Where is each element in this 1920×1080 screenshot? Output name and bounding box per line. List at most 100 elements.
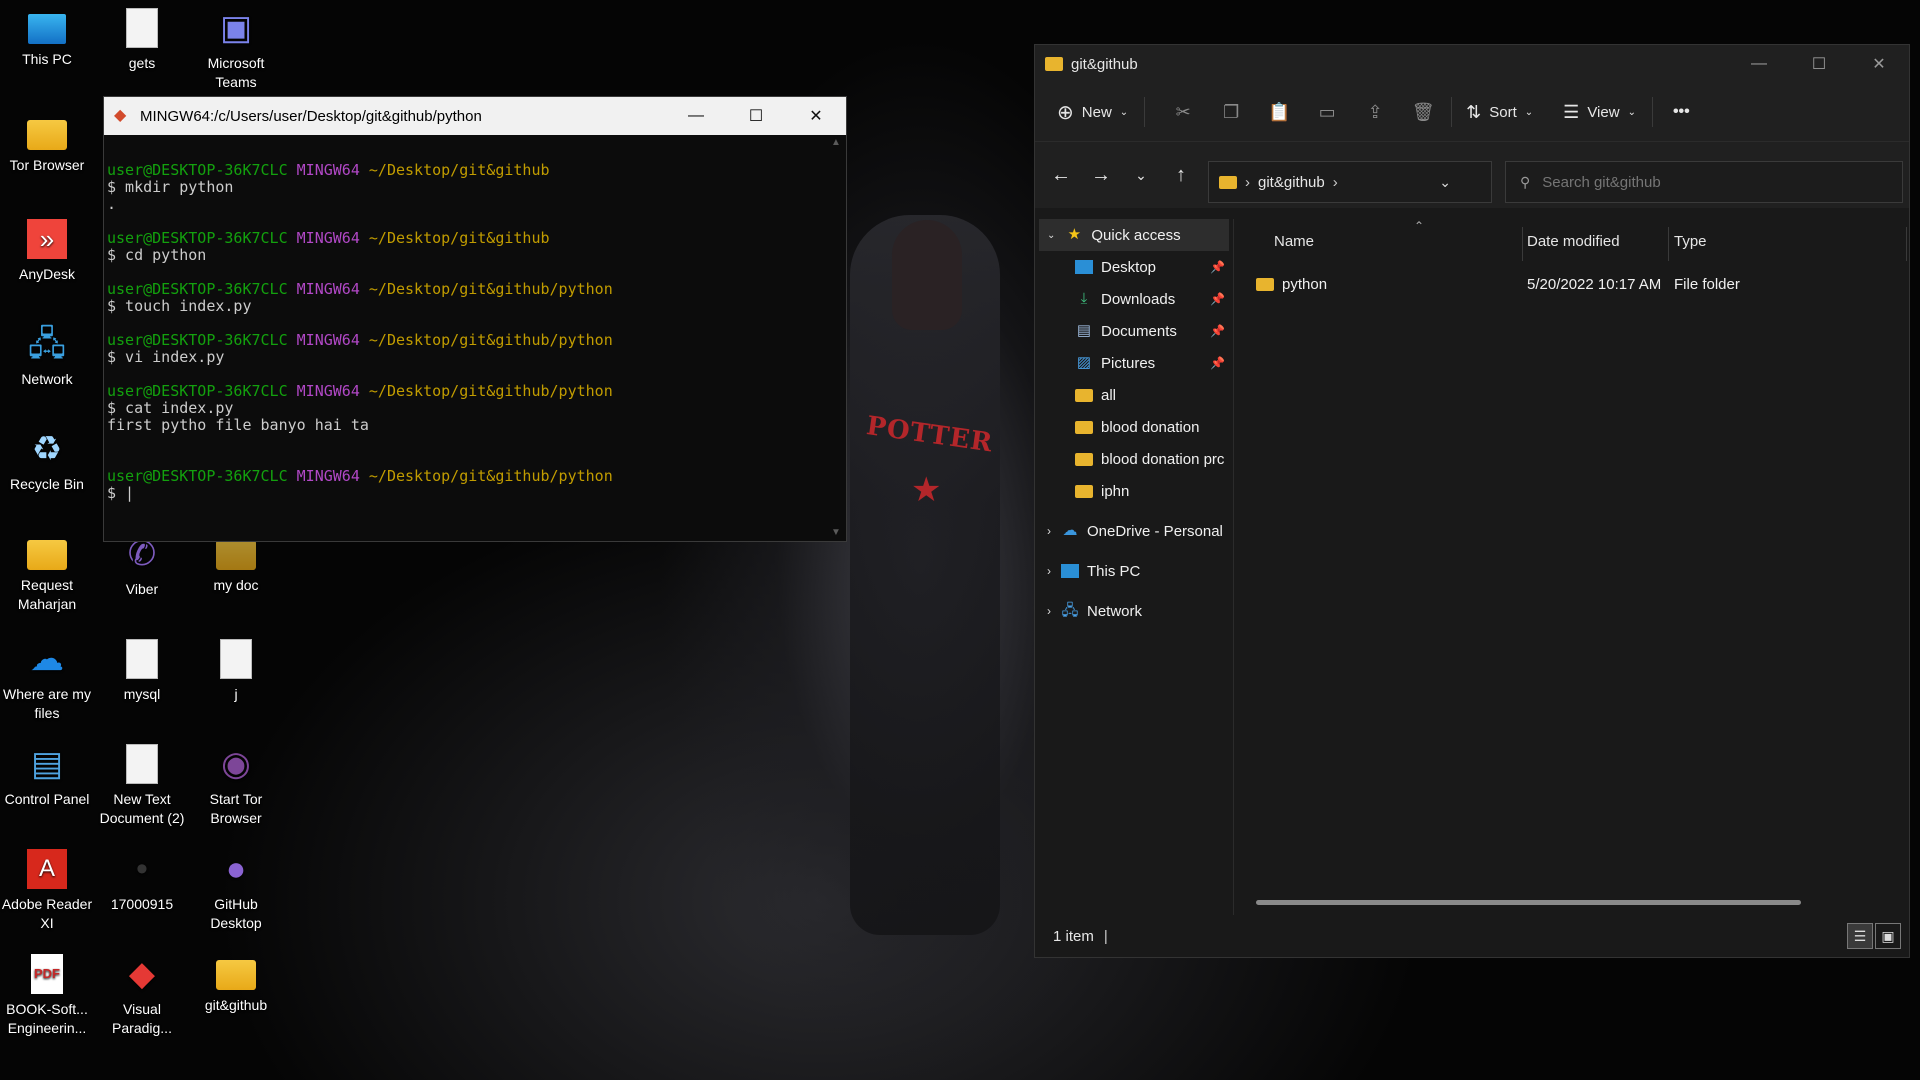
view-button[interactable]: ☰ View ⌄: [1563, 102, 1636, 123]
paste-icon[interactable]: 📋: [1255, 102, 1303, 123]
desktop-icon-new-text-document[interactable]: New Text Document (2): [95, 736, 189, 828]
share-icon[interactable]: ⇪: [1351, 102, 1399, 123]
details-view-icon[interactable]: ☰: [1847, 923, 1873, 949]
column-header-name[interactable]: Name: [1274, 233, 1314, 250]
nav-item-blood-donation[interactable]: blood donation: [1035, 411, 1233, 443]
explorer-titlebar[interactable]: git&github — ☐ ✕: [1035, 45, 1909, 83]
copy-icon[interactable]: ❐: [1207, 102, 1255, 123]
desktop-icon-git-github[interactable]: git&github: [189, 946, 283, 1015]
column-divider[interactable]: [1906, 227, 1907, 261]
prompt-system: MINGW64: [296, 161, 360, 179]
pin-icon[interactable]: 📌: [1210, 356, 1225, 370]
text-document-icon: [126, 639, 158, 679]
scroll-up-arrow-icon[interactable]: ▲: [826, 135, 846, 151]
terminal-titlebar[interactable]: ◆ MINGW64:/c/Users/user/Desktop/git&gith…: [104, 97, 846, 135]
desktop-icon-gets[interactable]: gets: [95, 0, 189, 73]
maximize-button[interactable]: ☐: [726, 97, 786, 135]
nav-item-quick-access[interactable]: ⌄ ★ Quick access: [1039, 219, 1229, 251]
folder-icon: [216, 960, 256, 990]
column-divider[interactable]: [1668, 227, 1669, 261]
pin-icon[interactable]: 📌: [1210, 324, 1225, 338]
back-arrow-icon[interactable]: ←: [1041, 164, 1081, 187]
terminal-cursor-line[interactable]: $ |: [107, 484, 134, 502]
expand-chevron-icon[interactable]: ›: [1047, 524, 1051, 538]
recent-locations-chevron-icon[interactable]: ⌄: [1121, 167, 1161, 184]
desktop-icon-control-panel[interactable]: ▤ Control Panel: [0, 736, 94, 809]
scroll-down-arrow-icon[interactable]: ▼: [826, 525, 846, 541]
desktop-icon-mysql[interactable]: mysql: [95, 631, 189, 704]
file-list[interactable]: Name ⌃ Date modified Type python 5/20/20…: [1234, 219, 1909, 915]
nav-item-all[interactable]: all: [1035, 379, 1233, 411]
terminal-command: $ vi index.py: [107, 348, 225, 366]
desktop-icon-github-desktop[interactable]: ● GitHub Desktop: [189, 841, 283, 933]
pictures-icon: ▨: [1076, 354, 1092, 371]
desktop-icon-start-tor-browser[interactable]: ◉ Start Tor Browser: [189, 736, 283, 828]
column-header-type[interactable]: Type: [1674, 233, 1707, 250]
desktop-icon-network[interactable]: 🖧 Network: [0, 316, 94, 389]
terminal-title: MINGW64:/c/Users/user/Desktop/git&github…: [140, 107, 482, 125]
desktop-icon-where-are-my-files[interactable]: ☁ Where are my files: [0, 631, 94, 723]
expand-chevron-icon[interactable]: ›: [1047, 564, 1051, 578]
nav-item-onedrive[interactable]: › ☁ OneDrive - Personal: [1035, 515, 1233, 547]
network-icon: 🖧: [1061, 602, 1079, 619]
terminal-output[interactable]: user@DESKTOP-36K7CLC MINGW64 ~/Desktop/g…: [104, 135, 826, 541]
desktop-icon-anydesk[interactable]: » AnyDesk: [0, 211, 94, 284]
nav-item-this-pc[interactable]: › This PC: [1035, 555, 1233, 587]
desktop-icon-teams[interactable]: ▣ Microsoft Teams: [189, 0, 283, 92]
horizontal-scrollbar[interactable]: [1256, 900, 1801, 905]
nav-item-documents[interactable]: ▤ Documents 📌: [1035, 315, 1233, 347]
address-bar[interactable]: › git&github › ⌄ ↻: [1208, 161, 1519, 203]
new-button-label: New: [1081, 103, 1112, 121]
pin-icon[interactable]: 📌: [1210, 292, 1225, 306]
pin-icon[interactable]: 📌: [1210, 260, 1225, 274]
desktop-icon-adobe-reader[interactable]: A Adobe Reader XI: [0, 841, 94, 933]
desktop-icon-17000915[interactable]: • 17000915: [95, 841, 189, 914]
column-header-date-modified[interactable]: Date modified: [1527, 233, 1620, 250]
nav-item-iphn[interactable]: iphn: [1035, 475, 1233, 507]
view-button-label: View: [1587, 103, 1620, 121]
large-icons-view-icon[interactable]: ▣: [1875, 923, 1901, 949]
minimize-button[interactable]: —: [666, 97, 726, 135]
address-dropdown-chevron-icon[interactable]: ⌄: [1439, 174, 1451, 191]
desktop-icon-tor-browser[interactable]: Tor Browser: [0, 106, 94, 175]
cut-icon[interactable]: ✂: [1159, 102, 1207, 123]
sort-button[interactable]: ⇅ Sort ⌄: [1466, 102, 1533, 123]
desktop-icon-this-pc[interactable]: This PC: [0, 0, 94, 69]
search-box[interactable]: ⚲: [1505, 161, 1903, 203]
rename-icon[interactable]: ▭: [1303, 102, 1351, 123]
more-options-icon[interactable]: •••: [1673, 103, 1690, 121]
forward-arrow-icon[interactable]: →: [1081, 164, 1121, 187]
minimize-button[interactable]: —: [1729, 45, 1789, 83]
nav-item-pictures[interactable]: ▨ Pictures 📌: [1035, 347, 1233, 379]
desktop-icon-book-pdf[interactable]: PDF BOOK-Soft... Engineerin...: [0, 946, 94, 1038]
close-button[interactable]: ✕: [1849, 45, 1909, 83]
column-divider[interactable]: [1522, 227, 1523, 261]
breadcrumb-item[interactable]: git&github: [1258, 174, 1325, 191]
nav-item-network[interactable]: › 🖧 Network: [1035, 595, 1233, 627]
desktop-icon-visual-paradigm[interactable]: ◆ Visual Paradig...: [95, 946, 189, 1038]
terminal-window[interactable]: ◆ MINGW64:/c/Users/user/Desktop/git&gith…: [103, 96, 847, 542]
terminal-command: $ cat index.py: [107, 399, 234, 417]
up-arrow-icon[interactable]: ↑: [1161, 164, 1201, 187]
delete-icon[interactable]: 🗑: [1399, 102, 1447, 123]
nav-item-blood-donation-prc[interactable]: blood donation prc: [1035, 443, 1233, 475]
nav-item-desktop[interactable]: Desktop 📌: [1035, 251, 1233, 283]
new-button[interactable]: ⊕ New ⌄: [1057, 100, 1128, 125]
desktop-icon-recycle-bin[interactable]: ♻ Recycle Bin: [0, 421, 94, 494]
expand-chevron-icon[interactable]: ⌄: [1047, 230, 1055, 241]
close-button[interactable]: ✕: [786, 97, 846, 135]
prompt-path: ~/Desktop/git&github/python: [368, 331, 613, 349]
prompt-path: ~/Desktop/git&github/python: [368, 467, 613, 485]
desktop-icon-request-maharjan[interactable]: Request Maharjan: [0, 526, 94, 614]
file-explorer-window[interactable]: git&github — ☐ ✕ ⊕ New ⌄ ✂ ❐ 📋 ▭ ⇪ 🗑 ⇅ S…: [1034, 44, 1910, 958]
toolbar-separator: [1144, 97, 1146, 127]
file-row[interactable]: python 5/20/2022 10:17 AM File folder: [1256, 269, 1896, 299]
expand-chevron-icon[interactable]: ›: [1047, 604, 1051, 618]
maximize-button[interactable]: ☐: [1789, 45, 1849, 83]
search-input[interactable]: [1540, 172, 1865, 192]
nav-item-downloads[interactable]: ⤓ Downloads 📌: [1035, 283, 1233, 315]
pdf-icon: PDF: [31, 954, 63, 994]
terminal-scrollbar[interactable]: ▲ ▼: [826, 135, 846, 541]
desktop-icon: [1075, 260, 1093, 274]
desktop-icon-j[interactable]: j: [189, 631, 283, 704]
